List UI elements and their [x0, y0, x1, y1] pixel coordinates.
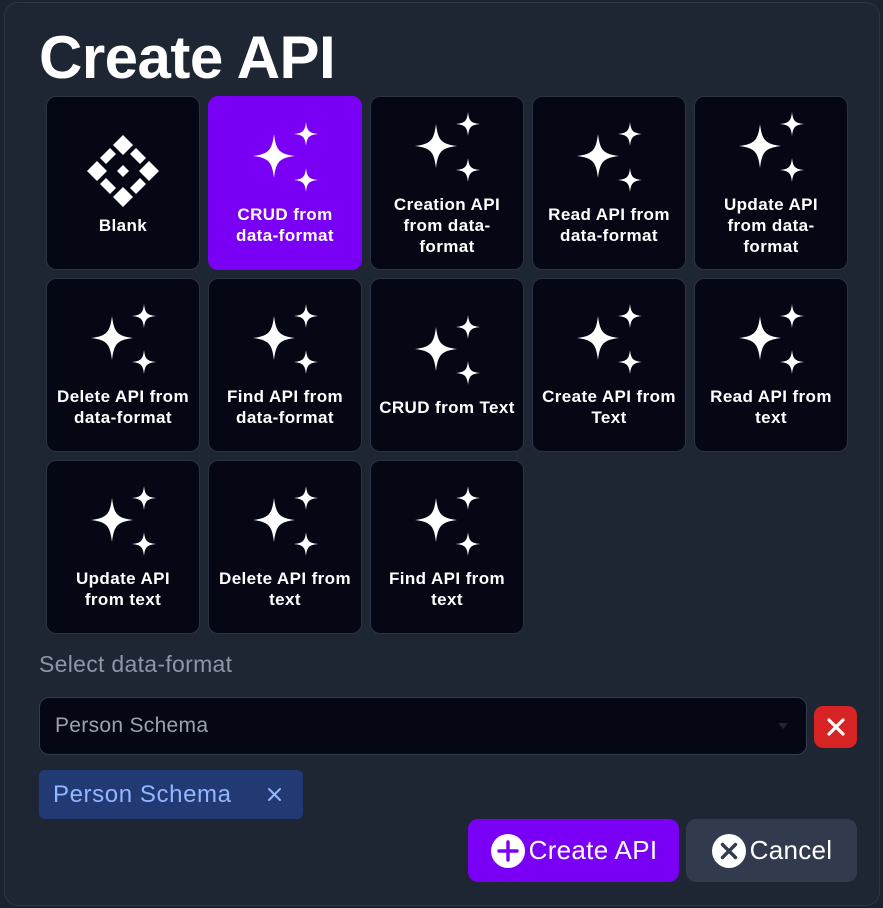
template-label: Find API from data-format	[226, 387, 343, 427]
template-grid: Blank CRUD from data-format Creation API…	[46, 96, 850, 634]
template-tile-delete-data-format[interactable]: Delete API from data-format	[46, 278, 200, 452]
template-tile-read-text[interactable]: Read API from text	[694, 278, 848, 452]
template-label: Creation API from data-format	[393, 194, 501, 256]
data-format-select-value: Person Schema	[55, 714, 209, 737]
sparkles-icon	[569, 120, 649, 200]
chip-label: Person Schema	[53, 780, 232, 808]
create-api-label: Create API	[528, 835, 658, 865]
create-api-dialog: Create API Blank CRUD from data-format C…	[4, 2, 880, 906]
create-api-button[interactable]: Create API	[468, 819, 679, 882]
dialog-title: Create API	[39, 24, 336, 91]
template-label: CRUD from Text	[379, 397, 515, 417]
template-label: Read API from text	[710, 387, 832, 427]
template-tile-update-text[interactable]: Update API from text	[46, 460, 200, 634]
template-tile-blank[interactable]: Blank	[46, 96, 200, 270]
plus-circle-icon	[490, 833, 525, 868]
sparkles-icon	[245, 484, 325, 564]
data-format-label: Select data-format	[39, 651, 233, 677]
template-tile-crud-data-format[interactable]: CRUD from data-format	[208, 96, 362, 270]
cancel-button[interactable]: Cancel	[686, 819, 857, 882]
sparkles-icon	[731, 302, 811, 382]
template-label: Find API from text	[388, 569, 505, 609]
template-label: Update API from data-format	[723, 194, 819, 256]
template-tile-create-text[interactable]: Create API from Text	[532, 278, 686, 452]
template-tile-find-data-format[interactable]: Find API from data-format	[208, 278, 362, 452]
data-format-select[interactable]: Person Schema	[39, 697, 807, 755]
close-icon	[826, 718, 845, 736]
template-label: Delete API from data-format	[57, 387, 189, 427]
selected-chip: Person Schema	[39, 770, 303, 819]
sparkles-icon	[569, 302, 649, 382]
cancel-label: Cancel	[749, 835, 833, 865]
blank-diamond-icon	[87, 134, 159, 207]
template-tile-crud-text[interactable]: CRUD from Text	[370, 278, 524, 452]
template-label: Update API from text	[75, 569, 171, 609]
template-label: Blank	[98, 215, 148, 235]
sparkles-icon	[407, 110, 487, 190]
template-tile-delete-text[interactable]: Delete API from text	[208, 460, 362, 634]
close-circle-icon	[711, 833, 746, 868]
chip-remove-icon[interactable]	[266, 786, 283, 803]
template-tile-find-text[interactable]: Find API from text	[370, 460, 524, 634]
template-label: Create API from Text	[542, 387, 676, 427]
sparkles-icon	[731, 110, 811, 190]
sparkles-icon	[83, 302, 163, 382]
sparkles-icon	[83, 484, 163, 564]
template-label: Delete API from text	[219, 569, 351, 609]
template-label: CRUD from data-format	[236, 205, 334, 245]
sparkles-icon	[245, 302, 325, 382]
chevron-down-icon[interactable]	[778, 723, 788, 729]
sparkles-icon	[245, 120, 325, 200]
template-tile-read-data-format[interactable]: Read API from data-format	[532, 96, 686, 270]
template-label: Read API from data-format	[548, 205, 670, 245]
template-tile-update-data-format[interactable]: Update API from data-format	[694, 96, 848, 270]
template-tile-creation-data-format[interactable]: Creation API from data-format	[370, 96, 524, 270]
sparkles-icon	[407, 313, 487, 393]
sparkles-icon	[407, 484, 487, 564]
clear-selection-button[interactable]	[814, 706, 857, 748]
